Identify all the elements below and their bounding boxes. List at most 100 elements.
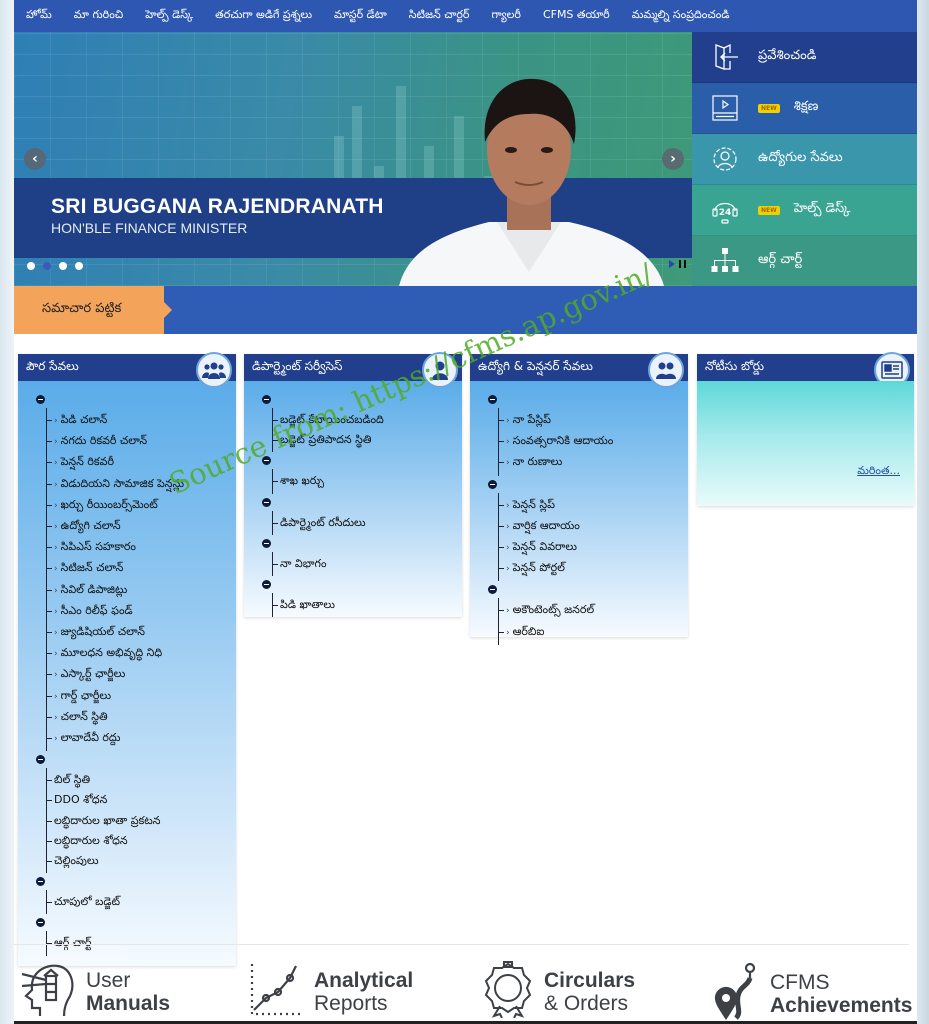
top-nav: హోమ్ మా గురించి హెల్ప్ డెస్క్ తరచుగా అడి… (14, 0, 917, 32)
quick-training[interactable]: NEW శిక్షణ (692, 83, 917, 134)
service-link[interactable]: › చలాన్ స్థితి (47, 707, 236, 728)
new-badge: NEW (758, 205, 780, 215)
panel-title: నోటీసు బోర్డు (705, 359, 765, 373)
service-link[interactable]: › వార్షిక ఆదాయం (499, 516, 688, 537)
collapse-icon[interactable] (36, 755, 45, 765)
play-icon[interactable] (669, 260, 675, 268)
service-link[interactable]: › అకౌంటెంట్స్ జనరల్ (499, 600, 688, 621)
service-link[interactable]: › సిటిజన్ చలాన్ (47, 558, 236, 579)
service-link[interactable]: › నా రుణాలు (499, 452, 688, 473)
service-link[interactable]: › సివిల్ డిపాజిట్లు (47, 580, 236, 601)
footer-link-analytical-reports[interactable]: Analytical Reports (248, 960, 413, 1023)
footer-link-circulars-orders[interactable]: Circulars & Orders (482, 960, 635, 1023)
service-link[interactable]: › ఖర్చు రీయింబర్స్‌మెంట్ (47, 495, 236, 516)
service-link[interactable]: › పిడి చలాన్ (47, 410, 236, 431)
service-link[interactable]: బిల్ స్థితి (47, 770, 236, 790)
service-link[interactable]: › ఎస్కార్ట్ ఛార్జీలు (47, 664, 236, 685)
notice-more-link[interactable]: మరింత... (857, 464, 900, 480)
service-link[interactable]: › జ్యుడిషియల్ చలాన్ (47, 622, 236, 643)
service-link[interactable]: › గార్డ్ ఛార్జీలు (47, 686, 236, 707)
collapse-icon[interactable] (36, 877, 45, 887)
service-link[interactable]: › ఉద్యోగి చలాన్ (47, 516, 236, 537)
nav-about[interactable]: మా గురించి (74, 8, 123, 24)
service-link[interactable]: › సంవత్సరానికి ఆదాయం (499, 431, 688, 452)
chevron-right-icon: › (670, 151, 676, 167)
service-link[interactable]: › విడుదియని సామాజిక పెన్షన్లు (47, 474, 236, 495)
service-link[interactable]: › సిపిఎస్ సహకారం (47, 537, 236, 558)
collapse-icon[interactable] (488, 585, 497, 595)
collapse-icon[interactable] (262, 395, 271, 404)
page: హోమ్ మా గురించి హెల్ప్ డెస్క్ తరచుగా అడి… (14, 0, 917, 1024)
chevron-right-icon: › (54, 670, 58, 681)
quick-helpdesk[interactable]: 24 NEW హెల్ప్ డెస్క్ (692, 185, 917, 236)
service-link[interactable]: నా విభాగం (273, 554, 462, 574)
nav-home[interactable]: హోమ్ (26, 8, 52, 24)
quick-employee-services[interactable]: ఉద్యోగుల సేవలు (692, 134, 917, 185)
nav-master-data[interactable]: మాస్టర్ డేటా (334, 8, 387, 24)
service-link-label: వార్షిక ఆదాయం (512, 518, 580, 532)
collapse-icon[interactable] (262, 456, 271, 466)
collapse-icon[interactable] (262, 497, 271, 507)
service-link[interactable]: › నగదు రికవరీ చలాన్ (47, 431, 236, 452)
news-label[interactable]: సమాచార పట్టిక (14, 286, 172, 334)
quick-login[interactable]: ప్రవేశించండి (692, 32, 917, 83)
chevron-right-icon: › (54, 649, 58, 660)
service-list: శాఖ ఖర్చు (272, 469, 462, 494)
carousel-dot[interactable] (27, 262, 35, 270)
collapse-icon[interactable] (36, 395, 45, 404)
service-link[interactable]: › ఆర్‌బిఐ (499, 622, 688, 643)
footer-link-line1: User (86, 968, 131, 992)
service-link[interactable]: › సీఎం రిలీఫ్ ఫండ్ (47, 601, 236, 622)
collapse-icon[interactable] (36, 918, 45, 928)
carousel-next-button[interactable]: › (662, 148, 684, 170)
chevron-right-icon: › (506, 606, 510, 617)
service-link[interactable]: శాఖ ఖర్చు (273, 471, 462, 491)
service-group: శాఖ ఖర్చు (262, 456, 462, 494)
service-link-label: పెన్షన్ స్లిప్ (512, 497, 555, 511)
service-link[interactable]: › పెన్షన్ స్లిప్ (499, 495, 688, 516)
new-badge: NEW (758, 103, 780, 113)
quick-item-label: ఉద్యోగుల సేవలు (758, 150, 843, 165)
nav-faq[interactable]: తరచుగా అడిగే ప్రశ్నలు (215, 8, 312, 24)
footer-link-user-manuals[interactable]: User Manuals (18, 960, 170, 1023)
service-link[interactable]: › పెన్షన్ పోర్టల్ (499, 558, 688, 579)
service-link[interactable]: › లావాదేవీ రద్దు (47, 728, 236, 749)
quick-org-chart[interactable]: ఆర్గ్ చార్ట్ (692, 236, 917, 287)
nav-contact[interactable]: మమ్మల్ని సంప్రదించండి (632, 8, 730, 24)
service-list: › నా పేస్లిప్ › సంవత్సరానికి ఆదాయం › నా రుణాల… (498, 408, 688, 476)
service-link-label: లబ్ధిదారుల శోధన (54, 833, 128, 847)
quick-item-label: హెల్ప్ డెస్క్ (793, 201, 851, 216)
nav-gallery[interactable]: గ్యాలరీ (491, 8, 521, 24)
service-link[interactable]: లబ్ధిదారుల శోధన (47, 831, 236, 851)
service-link[interactable]: › పెన్షన్ వివరాలు (499, 537, 688, 558)
carousel-dot[interactable] (75, 262, 83, 270)
service-link-label: చెల్లింపులు (54, 854, 99, 868)
service-link[interactable]: DDO శోధన (47, 790, 236, 810)
service-link-label: ఉద్యోగి చలాన్ (60, 519, 121, 533)
service-link-label: పిడి ఖాతాలు (280, 598, 335, 612)
service-link[interactable]: బడ్జెట్ ప్రతిపాదన స్థితి (273, 430, 462, 450)
carousel-dot[interactable] (59, 262, 67, 270)
collapse-icon[interactable] (262, 538, 271, 548)
service-link[interactable]: › నా పేస్లిప్ (499, 410, 688, 431)
collapse-icon[interactable] (488, 395, 497, 404)
nav-citizen-charter[interactable]: సిటిజన్ చార్టర్ (409, 8, 470, 24)
nav-cfms-build[interactable]: CFMS తయారీ (543, 8, 610, 24)
nav-helpdesk[interactable]: హెల్ప్ డెస్క్ (145, 8, 193, 24)
service-link[interactable]: చూపులో బడ్జెట్ (47, 892, 236, 912)
footer-divider (14, 944, 909, 945)
carousel-prev-button[interactable]: ‹ (24, 148, 46, 170)
service-link[interactable]: డిపార్ట్మెంట్ రసీదులు (273, 513, 462, 533)
pause-icon[interactable] (679, 260, 686, 268)
collapse-icon[interactable] (488, 479, 497, 489)
service-link[interactable]: లబ్ధిదారుల ఖాతా ప్రకటన (47, 811, 236, 831)
service-link[interactable]: బడ్జెట్ కేటాయించబడింది (273, 410, 462, 430)
service-link[interactable]: › పెన్షన్ రికవరీ (47, 452, 236, 473)
footer-link-cfms-achievements[interactable]: CFMS Achievements (714, 960, 912, 1024)
service-link[interactable]: › మూలధన అభివృద్ధి నిధి (47, 643, 236, 664)
service-link[interactable]: పిడి ఖాతాలు (273, 595, 462, 615)
collapse-icon[interactable] (262, 580, 271, 590)
chevron-right-icon: › (54, 628, 58, 639)
carousel-dot-active[interactable] (43, 262, 51, 270)
service-link[interactable]: చెల్లింపులు (47, 851, 236, 871)
